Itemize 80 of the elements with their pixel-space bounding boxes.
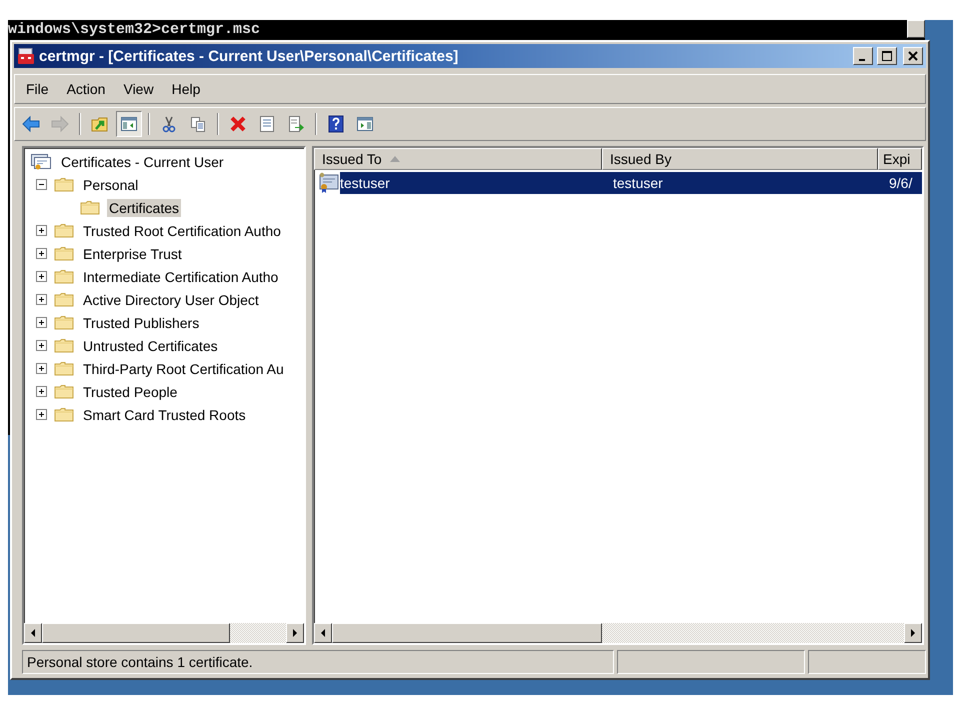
expand-icon[interactable] — [36, 409, 47, 420]
pane-window-icon — [356, 115, 374, 133]
arrow-right-icon — [910, 629, 916, 637]
arrow-left-icon — [320, 629, 326, 637]
column-header[interactable]: Expi — [878, 148, 922, 170]
tree-item[interactable]: Certificates — [107, 198, 182, 216]
tree-item[interactable]: Trusted People — [81, 382, 180, 400]
minimize-button[interactable] — [853, 47, 873, 65]
tree-item[interactable]: Smart Card Trusted Roots — [81, 406, 248, 424]
delete-icon — [229, 115, 247, 133]
tree-item[interactable]: Trusted Root Certification Autho — [81, 222, 283, 240]
toolbox-icon — [17, 47, 35, 65]
console-scroll-button[interactable] — [907, 20, 925, 38]
column-header[interactable]: Issued To — [314, 148, 602, 170]
folder-icon — [54, 176, 74, 193]
scroll-left-button[interactable] — [24, 623, 42, 643]
certificate-icon — [318, 172, 340, 194]
expand-icon[interactable] — [36, 317, 47, 328]
arrow-left-icon — [22, 115, 40, 133]
scroll-left-button[interactable] — [314, 623, 332, 643]
table-cell: testuser — [340, 172, 606, 194]
tree-item[interactable]: Trusted Publishers — [81, 314, 202, 332]
folder-icon — [54, 337, 74, 354]
close-icon — [908, 51, 918, 61]
collapse-icon[interactable] — [36, 179, 47, 190]
expand-icon[interactable] — [36, 248, 47, 259]
sort-arrow-icon — [390, 156, 400, 162]
minimize-icon — [858, 58, 864, 60]
expand-icon[interactable] — [36, 271, 47, 282]
certificate-stack-icon — [30, 152, 52, 170]
tree-item[interactable]: Certificates - Current User — [59, 152, 226, 170]
tree-item[interactable]: Personal — [81, 176, 140, 194]
menu-item[interactable]: File — [19, 79, 56, 99]
tree-item[interactable]: Enterprise Trust — [81, 244, 184, 262]
folder-icon — [54, 406, 74, 423]
document-icon — [258, 115, 276, 133]
menu-item[interactable]: Help — [164, 79, 208, 99]
console-command: windows\system32>certmgr.msc — [8, 22, 260, 38]
arrow-left-icon — [30, 629, 36, 637]
tree-item[interactable]: Untrusted Certificates — [81, 336, 220, 354]
folder-icon — [80, 199, 100, 216]
maximize-icon — [882, 51, 892, 61]
folder-icon — [54, 222, 74, 239]
column-header[interactable]: Issued By — [602, 148, 878, 170]
folder-icon — [54, 360, 74, 377]
table-cell: testuser — [606, 172, 882, 194]
list-row[interactable]: testuser testuser 9/6/ — [314, 172, 922, 194]
console-tree-button[interactable] — [116, 111, 142, 137]
expand-icon[interactable] — [36, 294, 47, 305]
arrow-right-icon — [292, 629, 298, 637]
menu-item[interactable]: Action — [60, 79, 112, 99]
expand-icon[interactable] — [36, 340, 47, 351]
tree-item[interactable]: Intermediate Certification Autho — [81, 268, 280, 286]
help-icon — [327, 115, 345, 133]
expand-icon[interactable] — [36, 225, 47, 236]
scroll-right-button[interactable] — [904, 623, 922, 643]
expand-icon[interactable] — [36, 363, 47, 374]
menu-item[interactable]: View — [116, 79, 161, 99]
copy-icon — [189, 115, 207, 133]
scroll-right-button[interactable] — [286, 623, 304, 643]
window-title: certmgr - [Certificates - Current User\Personal\Certificates] — [39, 48, 460, 64]
expand-icon[interactable] — [36, 386, 47, 397]
tree-item[interactable]: Third-Party Root Certification Au — [81, 360, 286, 378]
arrow-right-icon — [51, 115, 69, 133]
folder-icon — [54, 245, 74, 262]
pane-window-icon — [120, 115, 138, 133]
table-cell: 9/6/ — [882, 172, 922, 194]
status-text: Personal store contains 1 certificate. — [22, 650, 614, 674]
folder-icon — [54, 383, 74, 400]
maximize-button[interactable] — [877, 47, 897, 65]
folder-icon — [54, 314, 74, 331]
folder-up-icon — [91, 115, 109, 133]
folder-icon — [54, 291, 74, 308]
close-button[interactable] — [903, 47, 923, 65]
folder-icon — [54, 268, 74, 285]
tree-item[interactable]: Active Directory User Object — [81, 290, 261, 308]
export-icon — [287, 115, 305, 133]
scroll-thumb[interactable] — [332, 623, 602, 643]
scroll-thumb[interactable] — [42, 623, 230, 643]
scissors-icon — [160, 115, 178, 133]
